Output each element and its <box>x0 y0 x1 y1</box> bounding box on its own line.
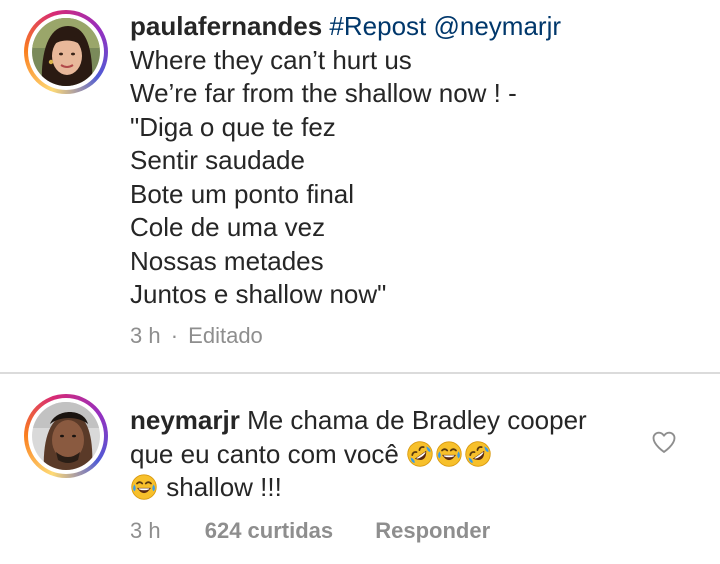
story-ring[interactable] <box>24 10 108 94</box>
caption-line: Juntos e shallow now" <box>130 279 387 309</box>
caption-line: We’re far from the shallow now ! - <box>130 78 517 108</box>
post-caption: paulafernandes #Repost @neymarjr Where t… <box>0 0 720 372</box>
post-timestamp[interactable]: 3 h <box>130 323 161 348</box>
mention-link[interactable]: @neymarjr <box>433 11 561 41</box>
post-username[interactable]: paulafernandes <box>130 11 322 41</box>
meta-separator: · <box>170 323 179 348</box>
story-ring[interactable] <box>24 394 108 478</box>
likes-count[interactable]: 624 curtidas <box>205 518 333 543</box>
comment-line: que eu canto com você <box>130 438 399 469</box>
rolling-on-floor-laughing-emoji <box>407 440 433 467</box>
rolling-on-floor-laughing-emoji <box>465 440 491 467</box>
caption-line: Where they can’t hurt us <box>130 44 412 75</box>
caption-text: paulafernandes #Repost @neymarjr Where t… <box>130 10 690 312</box>
caption-line: Cole de uma vez <box>130 212 326 242</box>
comment-username[interactable]: neymarjr <box>130 405 240 435</box>
avatar-paulafernandes[interactable] <box>32 18 100 86</box>
heart-icon[interactable] <box>650 428 678 456</box>
comment: neymarjr Me chama de Bradley cooper que … <box>0 374 720 564</box>
reply-button[interactable]: Responder <box>375 518 490 543</box>
emoji-group <box>406 439 493 469</box>
hashtag-link[interactable]: #Repost <box>329 11 426 41</box>
caption-line: Nossas metades <box>130 245 324 276</box>
caption-line: Sentir saudade <box>130 145 305 175</box>
comment-text: neymarjr Me chama de Bradley cooper que … <box>130 404 690 505</box>
post-meta: 3 h · Editado <box>130 323 263 349</box>
emoji-group <box>130 472 159 502</box>
comment-line: shallow !!! <box>166 472 282 502</box>
tears-of-joy-emoji <box>131 474 157 500</box>
caption-line: "Diga o que te fez <box>130 111 336 142</box>
edited-label: Editado <box>188 323 263 348</box>
avatar-neymarjr[interactable] <box>32 402 100 470</box>
comment-meta: 3 h 624 curtidas Responder <box>130 518 490 544</box>
caption-line: Bote um ponto final <box>130 178 355 209</box>
tears-of-joy-emoji <box>436 440 462 467</box>
comment-timestamp[interactable]: 3 h <box>130 518 161 543</box>
comment-line: Me chama de Bradley cooper <box>247 405 587 435</box>
